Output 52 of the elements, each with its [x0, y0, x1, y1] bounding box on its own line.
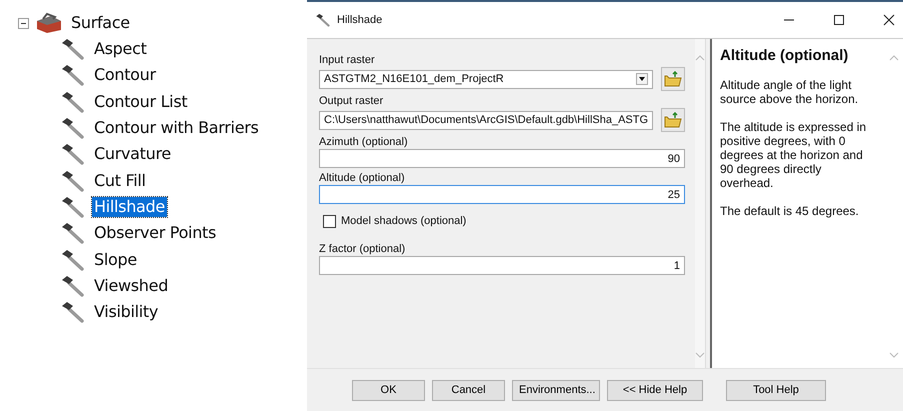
- tree-item[interactable]: Visibility: [92, 302, 160, 322]
- hammer-icon: [60, 64, 86, 86]
- tree-item[interactable]: Contour List: [92, 92, 190, 112]
- tree-item[interactable]: Viewshed: [92, 276, 170, 296]
- tree-item[interactable]: Aspect: [92, 39, 149, 60]
- hammer-icon: [60, 117, 86, 140]
- window-title: Hillshade: [337, 14, 382, 26]
- dropdown-field[interactable]: ASTGTM2_N16E101_dem_ProjectR: [319, 70, 654, 88]
- tree-item[interactable]: Surface: [69, 13, 132, 33]
- dialog-button[interactable]: << Hide Help: [607, 380, 703, 400]
- input-field[interactable]: C:\Users\natthawut\Documents\ArcGIS\Default.gdb\HillSha_ASTG: [319, 110, 654, 130]
- hammer-icon: [60, 38, 86, 60]
- hammer-icon: [60, 90, 86, 113]
- help-paragraph: The default is 45 degrees.: [720, 204, 860, 218]
- hammer-icon: [315, 13, 331, 27]
- hammer-icon: [60, 248, 86, 271]
- tree-item[interactable]: Contour with Barriers: [92, 118, 261, 138]
- input-field[interactable]: 1: [319, 256, 686, 275]
- help-paragraph: Altitude angle of the light source above the horizon.: [720, 78, 860, 106]
- field-label: Z factor (optional): [319, 242, 406, 256]
- checkbox[interactable]: [323, 214, 336, 228]
- toolbox-icon: [35, 12, 63, 34]
- hammer-icon: [60, 274, 86, 297]
- field-label: Output raster: [319, 94, 384, 108]
- dialog-button[interactable]: Tool Help: [726, 380, 826, 400]
- hammer-icon: [60, 301, 86, 324]
- tree-item[interactable]: Observer Points: [92, 223, 218, 244]
- maximize-icon[interactable]: [833, 14, 845, 26]
- input-field[interactable]: 25: [319, 185, 686, 204]
- folder-button[interactable]: [661, 67, 686, 91]
- help-paragraph: The altitude is expressed in positive degrees, with 0 degrees at the horizon and 90 degrees directly overhead.: [720, 120, 868, 190]
- hammer-icon: [60, 170, 86, 192]
- checkbox-label: Model shadows (optional): [341, 214, 466, 228]
- field-label: Azimuth (optional): [319, 135, 409, 149]
- dialog-button[interactable]: Environments...: [512, 380, 600, 400]
- tree-item[interactable]: Slope: [92, 250, 139, 270]
- close-icon[interactable]: [883, 14, 895, 26]
- folder-button[interactable]: [661, 108, 686, 132]
- hammer-icon: [60, 196, 86, 218]
- dialog-button[interactable]: Cancel: [432, 380, 505, 400]
- hammer-icon: [60, 222, 86, 244]
- tree-item[interactable]: Cut Fill: [92, 170, 148, 191]
- collapse-toggle-icon[interactable]: [18, 18, 29, 28]
- help-title: Altitude (optional): [720, 47, 850, 64]
- tree-item[interactable]: Curvature: [92, 144, 173, 164]
- tree-item[interactable]: Hillshade: [92, 196, 167, 217]
- input-field[interactable]: 90: [319, 149, 686, 168]
- field-label: Altitude (optional): [319, 171, 406, 185]
- field-label: Input raster: [319, 53, 376, 67]
- dialog-button[interactable]: OK: [352, 380, 425, 400]
- tree-item[interactable]: Contour: [92, 65, 158, 86]
- hammer-icon: [60, 143, 86, 166]
